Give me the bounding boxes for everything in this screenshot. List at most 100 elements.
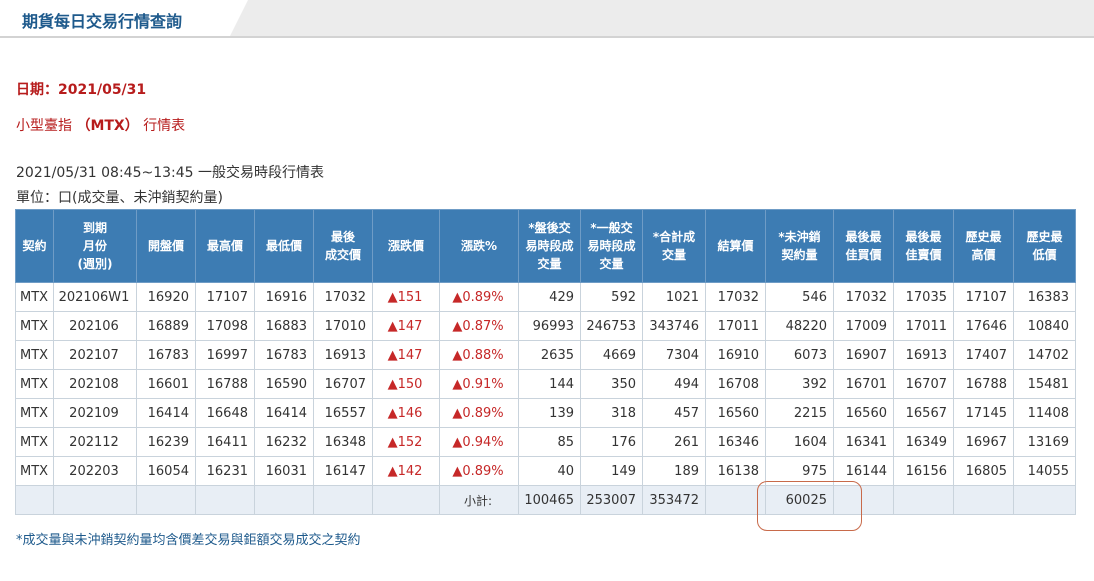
table-row: MTX 202109 16414 16648 16414 16557 ▲146 ▲0.89% 1… <box>15 398 1076 428</box>
table-cell: 16156 <box>893 456 954 486</box>
unit-note: 單位：口(成交量、未沖銷契約量) <box>16 190 223 206</box>
table-cell: 202112 <box>53 427 137 457</box>
table-cell: 10840 <box>1013 311 1076 341</box>
table-cell: ▲147 <box>372 311 440 341</box>
table-cell: MTX <box>15 311 54 341</box>
column-header: 歷史最 低價 <box>1013 209 1076 283</box>
summary-cell <box>254 485 314 515</box>
table-cell: 85 <box>518 427 581 457</box>
table-cell: 494 <box>642 369 706 399</box>
summary-cell: 353472 <box>642 485 706 515</box>
table-cell: 16701 <box>833 369 894 399</box>
table-cell: 16648 <box>195 398 255 428</box>
table-cell: 40 <box>518 456 581 486</box>
session-title: 2021/05/31 08:45~13:45 一般交易時段行情表 <box>16 165 325 181</box>
column-header: 最後最 佳買價 <box>833 209 894 283</box>
tab-bar: 期貨每日交易行情查詢 <box>0 0 1094 38</box>
table-cell: 16411 <box>195 427 255 457</box>
table-cell: ▲150 <box>372 369 440 399</box>
summary-cell <box>195 485 255 515</box>
table-cell: 16031 <box>254 456 314 486</box>
table-cell: 16414 <box>136 398 196 428</box>
table-cell: 11408 <box>1013 398 1076 428</box>
table-cell: 16232 <box>254 427 314 457</box>
summary-cell <box>1013 485 1076 515</box>
quotes-table: 契約 到期 月份 (週別) 開盤價 最高價 最低價 最後 成交價 漲跌價 漲跌% *盤後交 易時段成 交量… <box>15 209 1076 515</box>
header-row: 契約 到期 月份 (週別) 開盤價 最高價 最低價 最後 成交價 漲跌價 漲跌% *盤後交 易時段成 交量… <box>15 209 1076 283</box>
table-cell: ▲0.89% <box>439 456 519 486</box>
table-row: MTX 202106 16889 17098 16883 17010 ▲147 ▲0.87% 9… <box>15 311 1076 341</box>
table-cell: 16783 <box>136 340 196 370</box>
table-cell: 2215 <box>765 398 834 428</box>
table-cell: 202203 <box>53 456 137 486</box>
summary-cell <box>53 485 137 515</box>
table-row: MTX 202112 16239 16411 16232 16348 ▲152 ▲0.94% 8… <box>15 427 1076 457</box>
table-cell: 202106W1 <box>53 282 137 312</box>
table-cell: 16707 <box>313 369 373 399</box>
table-row: MTX 202108 16601 16788 16590 16707 ▲150 ▲0.91% 1… <box>15 369 1076 399</box>
table-cell: 16349 <box>893 427 954 457</box>
table-cell: 17107 <box>953 282 1014 312</box>
table-cell: 16907 <box>833 340 894 370</box>
table-cell: 16883 <box>254 311 314 341</box>
table-cell: 17032 <box>705 282 766 312</box>
table-cell: 17107 <box>195 282 255 312</box>
column-header: 最後最 佳賣價 <box>893 209 954 283</box>
column-header: 最低價 <box>254 209 314 283</box>
table-cell: 202109 <box>53 398 137 428</box>
table-cell: 16708 <box>705 369 766 399</box>
product-code: （MTX） <box>76 118 139 134</box>
table-cell: 261 <box>642 427 706 457</box>
table-cell: 16805 <box>953 456 1014 486</box>
table-cell: 16383 <box>1013 282 1076 312</box>
column-header: 漲跌% <box>439 209 519 283</box>
table-cell: 1021 <box>642 282 706 312</box>
table-cell: 16913 <box>313 340 373 370</box>
table-cell: 17032 <box>313 282 373 312</box>
summary-cell: 100465 <box>518 485 581 515</box>
summary-cell <box>136 485 196 515</box>
table-cell: 16920 <box>136 282 196 312</box>
table-cell: 16560 <box>833 398 894 428</box>
table-cell: 350 <box>580 369 643 399</box>
table-cell: 17145 <box>953 398 1014 428</box>
table-cell: 2635 <box>518 340 581 370</box>
table-cell: 16348 <box>313 427 373 457</box>
table-cell: MTX <box>15 340 54 370</box>
table-cell: ▲0.89% <box>439 398 519 428</box>
table-cell: 1604 <box>765 427 834 457</box>
table-cell: ▲0.88% <box>439 340 519 370</box>
table-cell: MTX <box>15 456 54 486</box>
table-cell: 17011 <box>893 311 954 341</box>
table-cell: 16054 <box>136 456 196 486</box>
table-cell: 96993 <box>518 311 581 341</box>
table-cell: 457 <box>642 398 706 428</box>
date-label: 日期：2021/05/31 <box>16 82 147 98</box>
table-cell: ▲0.94% <box>439 427 519 457</box>
table-cell: 16414 <box>254 398 314 428</box>
table-cell: 16916 <box>254 282 314 312</box>
product-name: 小型臺指 <box>16 118 72 134</box>
table-cell: 16231 <box>195 456 255 486</box>
tab-daily-quotes[interactable]: 期貨每日交易行情查詢 <box>0 0 248 36</box>
table-cell: 14055 <box>1013 456 1076 486</box>
table-cell: 16601 <box>136 369 196 399</box>
column-header: *未沖銷 契約量 <box>765 209 834 283</box>
table-cell: 546 <box>765 282 834 312</box>
open-interest-highlight <box>757 481 862 531</box>
table-cell: 16967 <box>953 427 1014 457</box>
summary-cell <box>953 485 1014 515</box>
table-cell: 7304 <box>642 340 706 370</box>
table-cell: 392 <box>765 369 834 399</box>
table-cell: ▲0.91% <box>439 369 519 399</box>
table-row: MTX 202203 16054 16231 16031 16147 ▲142 ▲0.89% 4… <box>15 456 1076 486</box>
table-cell: 16147 <box>313 456 373 486</box>
table-cell: 16560 <box>705 398 766 428</box>
column-header: 歷史最 高價 <box>953 209 1014 283</box>
table-cell: 202107 <box>53 340 137 370</box>
table-cell: 17035 <box>893 282 954 312</box>
table-cell: 202108 <box>53 369 137 399</box>
table-cell: 14702 <box>1013 340 1076 370</box>
table-cell: ▲152 <box>372 427 440 457</box>
table-cell: 16557 <box>313 398 373 428</box>
